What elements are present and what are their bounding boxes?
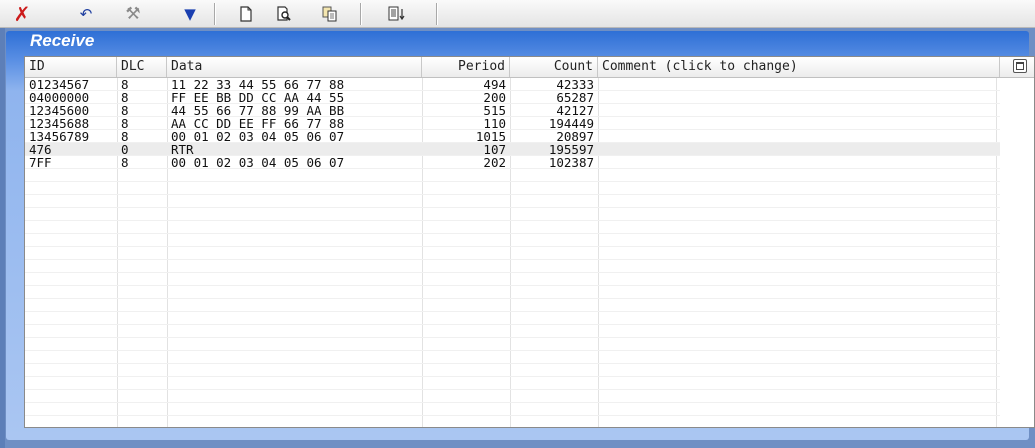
export-icon xyxy=(388,6,405,21)
row-gridline xyxy=(25,350,1000,351)
row-gridline xyxy=(25,259,1000,260)
export-button[interactable] xyxy=(383,3,411,25)
row-gridline xyxy=(25,155,1000,156)
row-gridline xyxy=(25,103,1000,104)
row-gridline xyxy=(25,389,1000,390)
row-gridline xyxy=(25,246,1000,247)
row-gridline xyxy=(25,233,1000,234)
new-document-button[interactable] xyxy=(232,3,260,25)
row-gridline xyxy=(25,168,1000,169)
column-header-data[interactable]: Data xyxy=(167,57,422,77)
window-edge xyxy=(0,28,5,448)
table-header: ID DLC Data Period Count Comment (click … xyxy=(25,57,1034,78)
receive-table: ID DLC Data Period Count Comment (click … xyxy=(24,56,1035,428)
row-gridline xyxy=(25,116,1000,117)
tools-icon: ⚒ xyxy=(125,4,141,24)
maximize-icon[interactable] xyxy=(1013,59,1027,73)
column-header-id[interactable]: ID xyxy=(25,57,117,77)
row-gridline xyxy=(25,129,1000,130)
row-gridline xyxy=(25,337,1000,338)
row-gridline xyxy=(25,90,1000,91)
clear-button[interactable]: ✗ xyxy=(8,2,36,26)
row-gridline xyxy=(25,415,1000,416)
column-header-period[interactable]: Period xyxy=(422,57,510,77)
toolbar-separator xyxy=(214,3,216,25)
column-header-dlc[interactable]: DLC xyxy=(117,57,167,77)
row-gridline xyxy=(25,194,1000,195)
row-gridline xyxy=(25,363,1000,364)
print-preview-button[interactable] xyxy=(270,3,298,25)
column-header-comment[interactable]: Comment (click to change) xyxy=(598,57,1000,77)
panel-title: Receive xyxy=(30,31,95,50)
copy-button[interactable] xyxy=(316,3,344,25)
undo-icon: ↶ xyxy=(79,5,93,23)
clear-icon: ✗ xyxy=(13,2,31,26)
row-gridline xyxy=(25,142,1000,143)
row-gridline xyxy=(25,402,1000,403)
filter-icon: ▼ xyxy=(184,5,196,23)
column-header-count[interactable]: Count xyxy=(510,57,598,77)
row-gridline xyxy=(25,311,1000,312)
copy-icon xyxy=(322,6,337,22)
new-document-icon xyxy=(240,6,252,22)
print-preview-icon xyxy=(277,6,291,21)
row-gridline xyxy=(25,220,1000,221)
row-gridline xyxy=(25,272,1000,273)
toolbar: ✗ ↶ ⚒ ▼ xyxy=(0,0,1035,28)
undo-button[interactable]: ↶ xyxy=(72,3,100,25)
row-gridline xyxy=(25,324,1000,325)
filter-button[interactable]: ▼ xyxy=(176,3,204,25)
row-gridline xyxy=(25,207,1000,208)
toolbar-separator xyxy=(360,3,362,25)
row-gridline xyxy=(25,181,1000,182)
toolbar-separator xyxy=(436,3,438,25)
row-gridline xyxy=(25,298,1000,299)
row-gridline xyxy=(25,376,1000,377)
row-gridline xyxy=(25,285,1000,286)
tools-button[interactable]: ⚒ xyxy=(119,3,147,25)
